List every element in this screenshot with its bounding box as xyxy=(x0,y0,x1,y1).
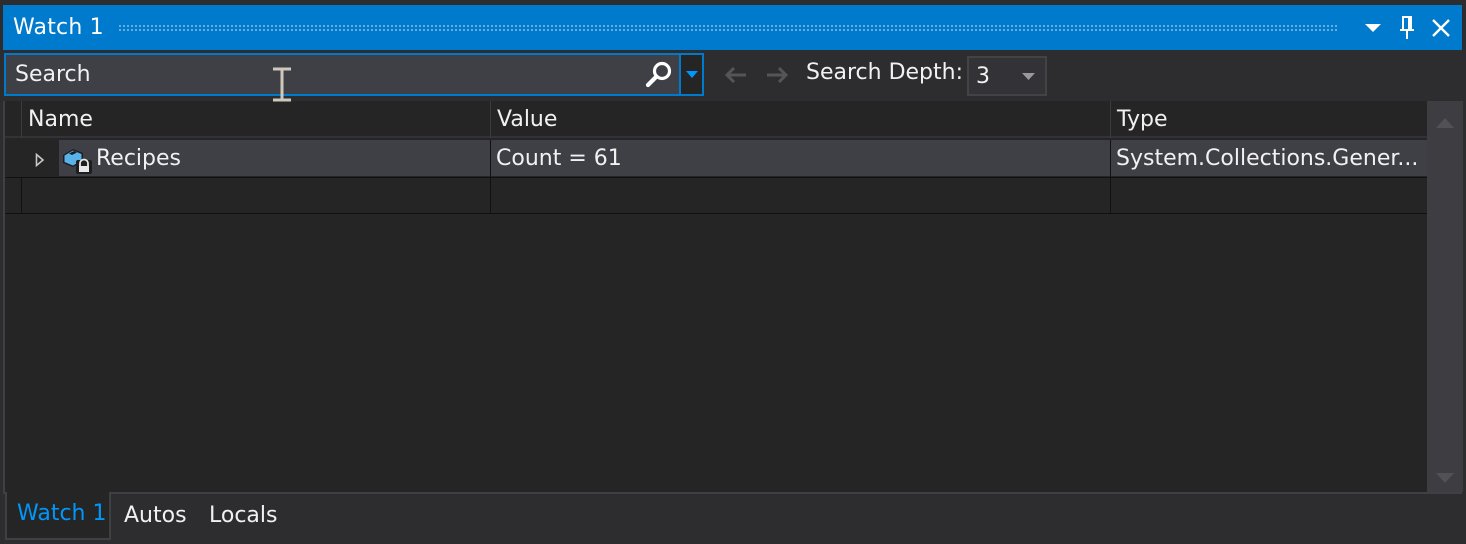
table-row[interactable]: Recipes Count = 61 System.Collections.Ge… xyxy=(5,140,1427,177)
scroll-down-icon[interactable] xyxy=(1435,473,1455,487)
column-divider xyxy=(1110,140,1111,214)
table-row-empty[interactable] xyxy=(5,177,1427,214)
search-input[interactable] xyxy=(6,62,639,87)
tab-watch-1[interactable]: Watch 1 xyxy=(5,492,111,540)
column-header-name[interactable]: Name xyxy=(21,101,491,138)
tool-window-tabs: Watch 1 Autos Locals xyxy=(3,492,1462,540)
scroll-up-icon[interactable] xyxy=(1435,118,1455,132)
cell-value[interactable]: Count = 61 xyxy=(490,140,1110,177)
navigate-back-button[interactable] xyxy=(719,60,753,90)
search-icon xyxy=(645,61,672,87)
caret-down-icon xyxy=(1365,23,1381,32)
search-depth-value: 3 xyxy=(976,63,990,89)
search-box xyxy=(4,53,679,96)
vertical-scrollbar[interactable] xyxy=(1427,101,1463,492)
cell-name[interactable] xyxy=(21,178,491,215)
column-divider xyxy=(21,177,22,214)
navigate-forward-button[interactable] xyxy=(760,60,794,90)
cell-name: Recipes xyxy=(96,146,182,171)
cell-value xyxy=(490,178,1110,215)
search-depth-select[interactable]: 3 xyxy=(967,56,1047,96)
grid-header: Name Value Type xyxy=(5,101,1427,138)
arrow-left-icon xyxy=(724,66,746,84)
watch-grid: Name Value Type Recipes Count = 61 Syste… xyxy=(3,101,1427,492)
close-icon xyxy=(1432,18,1450,37)
pin-icon xyxy=(1400,15,1414,39)
close-button[interactable] xyxy=(1424,5,1458,50)
cell-type xyxy=(1110,178,1427,215)
watch-window: Watch 1 Search Search Depth: 3 Name Valu… xyxy=(3,5,1463,540)
caret-down-icon xyxy=(685,71,698,78)
toolbar: Search Depth: 3 xyxy=(3,52,1462,98)
search-depth-label: Search Depth: xyxy=(806,60,963,85)
tab-autos[interactable]: Autos xyxy=(114,494,197,540)
column-divider xyxy=(490,140,491,214)
drag-grip[interactable] xyxy=(117,23,1338,32)
chevron-down-icon xyxy=(1016,72,1040,80)
title-bar[interactable]: Watch 1 xyxy=(3,5,1462,50)
column-header-type[interactable]: Type xyxy=(1110,101,1427,138)
search-options-dropdown[interactable] xyxy=(679,53,704,96)
search-button[interactable] xyxy=(639,55,679,94)
text-cursor-icon xyxy=(273,67,291,102)
window-menu-button[interactable] xyxy=(1356,5,1390,50)
cell-type: System.Collections.Gener... xyxy=(1116,146,1419,171)
expand-arrow-icon[interactable] xyxy=(35,152,45,171)
pin-button[interactable] xyxy=(1390,5,1424,50)
arrow-right-icon xyxy=(767,66,789,84)
tab-locals[interactable]: Locals xyxy=(199,494,287,540)
column-header-value[interactable]: Value xyxy=(490,101,1110,138)
window-title: Watch 1 xyxy=(13,15,104,40)
